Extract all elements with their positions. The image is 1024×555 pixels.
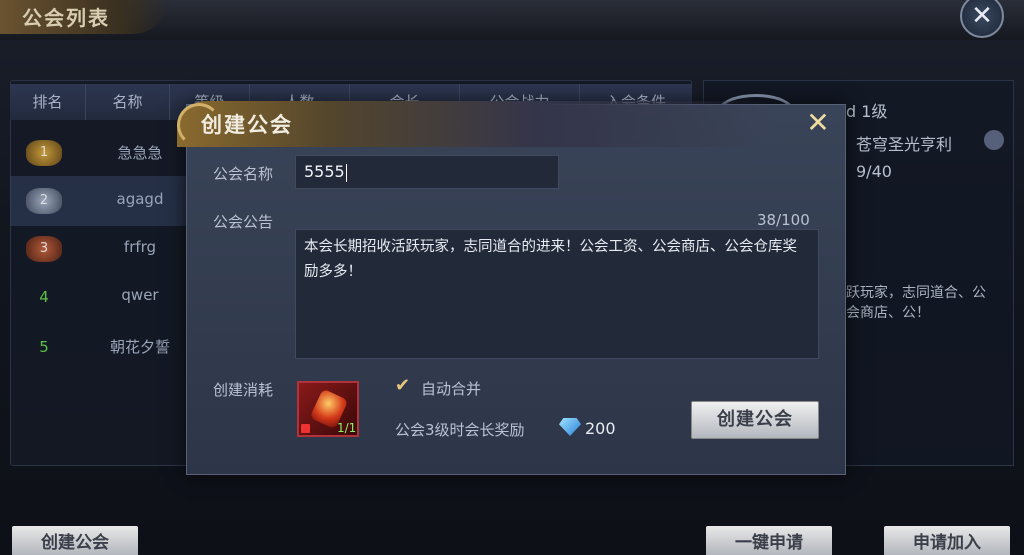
create-guild-confirm-button[interactable]: 创建公会 xyxy=(691,401,819,439)
auto-merge-checkbox[interactable]: ✔ xyxy=(395,377,413,395)
rank-medal-icon: 1 xyxy=(26,140,62,166)
guild-name-input[interactable]: 5555 xyxy=(295,155,559,189)
title-tab: 公会列表 xyxy=(0,0,170,34)
guild-name-value: 5555 xyxy=(304,162,345,181)
dialog-close-icon[interactable]: ✕ xyxy=(803,109,833,139)
guild-leader: 苍穹圣光亨利 xyxy=(856,135,953,154)
guild-notice-partial: 跃玩家，志同道合、公会商店、公！ xyxy=(846,285,986,321)
rank-medal-icon: 2 xyxy=(26,188,62,214)
rank-number: 5 xyxy=(39,338,49,356)
page-title: 公会列表 xyxy=(22,6,110,30)
header-rank: 排名 xyxy=(10,84,86,120)
text-caret xyxy=(345,163,347,182)
guild-notice-label: 公会公告 xyxy=(213,213,274,231)
guild-name: agagd xyxy=(116,190,164,208)
table-row[interactable]: 1 急急急 xyxy=(10,128,190,178)
table-row[interactable]: 3 frfrg xyxy=(10,224,190,274)
table-row[interactable]: 2 agagd xyxy=(10,176,190,226)
notice-char-counter: 38/100 xyxy=(757,211,810,229)
create-cost-label: 创建消耗 xyxy=(213,381,274,399)
dialog-title: 创建公会 xyxy=(201,113,293,137)
guild-name: frfrg xyxy=(123,238,157,256)
table-row[interactable]: 4 qwer xyxy=(10,272,190,322)
diamond-icon xyxy=(559,418,581,436)
lock-icon xyxy=(301,424,310,433)
item-count: 1/1 xyxy=(337,421,357,435)
create-guild-button[interactable]: 创建公会 xyxy=(12,526,138,555)
create-guild-dialog: 创建公会 ✕ 公会名称 5555 公会公告 38/100 本会长期招收活跃玩家，… xyxy=(177,101,846,475)
apply-join-button[interactable]: 申请加入 xyxy=(884,526,1010,555)
guild-name-level: d 1级 xyxy=(846,102,888,121)
guild-notice-textarea[interactable]: 本会长期招收活跃玩家，志同道合的进来！公会工资、公会商店、公会仓库奖励多多！ xyxy=(295,229,819,359)
guild-name: 朝花夕誓 xyxy=(109,338,170,356)
reward-amount: 200 xyxy=(585,419,616,438)
cost-item-slot[interactable]: 1/1 xyxy=(297,381,359,437)
header-name: 名称 xyxy=(86,84,170,120)
guild-name: 急急急 xyxy=(117,144,163,162)
user-icon xyxy=(984,130,1004,150)
dialog-header: 创建公会 xyxy=(177,101,777,147)
table-row[interactable]: 5 朝花夕誓 xyxy=(10,322,190,372)
reward-label: 公会3级时会长奖励 xyxy=(395,421,525,439)
guild-name: qwer xyxy=(121,286,159,304)
rank-medal-icon: 3 xyxy=(26,236,62,262)
guild-members: 9/40 xyxy=(856,162,892,181)
auto-merge-label: 自动合并 xyxy=(421,380,482,398)
rank-number: 4 xyxy=(39,288,49,306)
guild-name-label: 公会名称 xyxy=(213,165,274,183)
one-click-apply-button[interactable]: 一键申请 xyxy=(706,526,832,555)
